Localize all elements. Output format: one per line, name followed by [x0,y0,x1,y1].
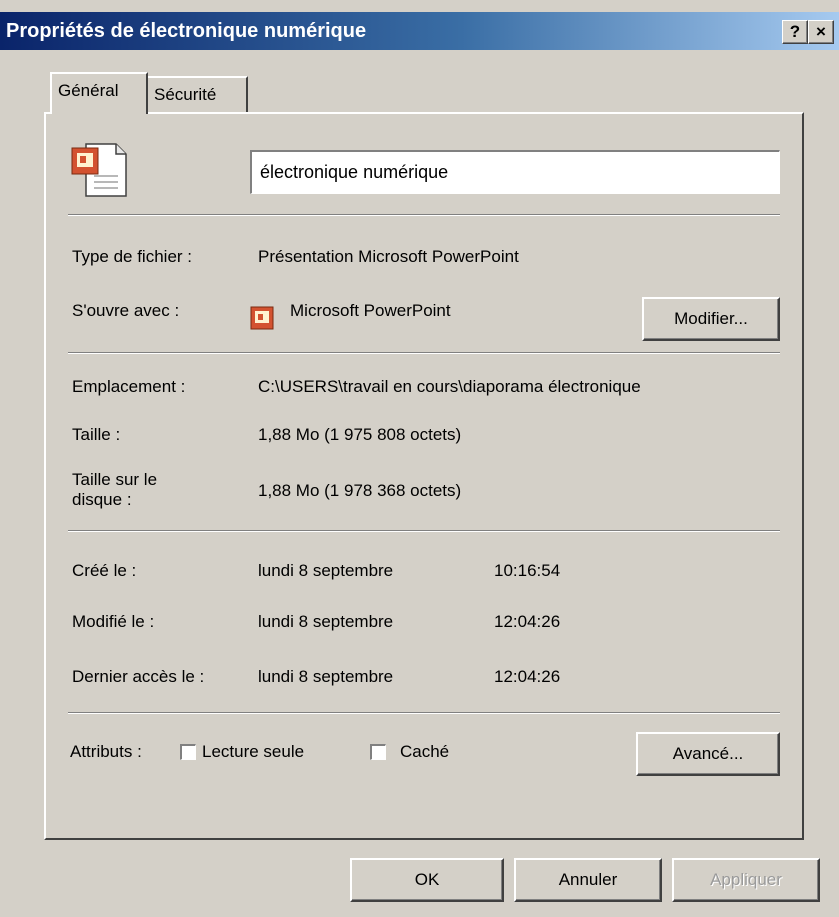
tab-security[interactable]: Sécurité [146,76,248,112]
title-bar: Propriétés de électronique numérique ? × [0,12,839,50]
accessed-label: Dernier accès le : [72,667,205,686]
close-button[interactable]: × [808,20,834,44]
created-label: Créé le : [72,561,137,580]
created-time: 10:16:54 [494,561,561,580]
readonly-checkbox[interactable] [180,744,196,760]
opens-with-value: Microsoft PowerPoint [290,301,451,320]
opens-with-label: S'ouvre avec : [72,301,180,320]
modified-date: lundi 8 septembre [258,612,394,631]
separator [68,712,780,714]
window-title: Propriétés de électronique numérique [6,20,367,42]
size-on-disk-label: Taille sur le disque : [72,470,157,510]
help-button[interactable]: ? [782,20,808,44]
location-value: C:\USERS\travail en cours\diaporama élec… [258,377,641,396]
cancel-button[interactable]: Annuler [514,858,662,902]
hidden-label[interactable]: Caché [400,742,449,762]
apply-button[interactable]: Appliquer [672,858,820,902]
readonly-label[interactable]: Lecture seule [202,742,304,762]
file-name-input[interactable] [250,150,780,194]
powerpoint-app-icon [250,306,274,330]
separator [68,530,780,532]
type-value: Présentation Microsoft PowerPoint [258,247,519,266]
general-tab-panel [44,112,804,840]
attributes-label: Attributs : [70,742,142,761]
modified-time: 12:04:26 [494,612,561,631]
separator [68,214,780,216]
size-value: 1,88 Mo (1 975 808 octets) [258,425,462,444]
accessed-date: lundi 8 septembre [258,667,394,686]
location-label: Emplacement : [72,377,186,396]
size-on-disk-value: 1,88 Mo (1 978 368 octets) [258,481,462,500]
accessed-time: 12:04:26 [494,667,561,686]
modified-label: Modifié le : [72,612,155,631]
created-date: lundi 8 septembre [258,561,394,580]
advanced-button[interactable]: Avancé... [636,732,780,776]
size-on-disk-label-line-1: Taille sur le [72,470,158,489]
tab-general[interactable]: Général [50,72,148,114]
hidden-checkbox[interactable] [370,744,386,760]
size-label: Taille : [72,425,121,444]
modify-button[interactable]: Modifier... [642,297,780,341]
powerpoint-file-icon [71,143,127,197]
size-on-disk-label-line-2: disque : [72,490,132,509]
ok-button[interactable]: OK [350,858,504,902]
separator [68,352,780,354]
type-label: Type de fichier : [72,247,193,266]
